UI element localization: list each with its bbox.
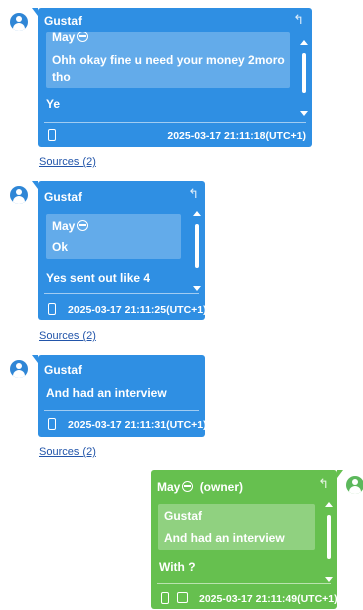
quoted-message[interactable]: May Ohh okay fine u need your money 2mor… <box>46 32 290 88</box>
contact-avatar-icon <box>10 13 28 31</box>
phone-icon <box>48 418 56 430</box>
contact-avatar-icon <box>10 360 28 378</box>
phone-icon <box>48 303 56 315</box>
sender-name: May (owner) <box>157 480 244 494</box>
message-text: Ye <box>46 97 61 111</box>
contact-avatar-icon <box>10 186 28 204</box>
message-bubble-owner: May (owner) ↰ Gustaf And had an intervie… <box>151 470 343 609</box>
phone-icon <box>48 129 56 141</box>
message-timestamp: 2025-03-17 21:11:31(UTC+1) <box>68 419 207 431</box>
quote-text: Ohh okay fine u need your money 2moro th… <box>52 53 285 84</box>
owner-avatar-icon <box>346 476 363 494</box>
sender-name: Gustaf <box>44 190 83 204</box>
sources-link[interactable]: Sources (2) <box>39 446 96 458</box>
message-bubble: Gustaf And had an interview 2025-03-17 2… <box>32 355 207 437</box>
divider <box>157 583 331 584</box>
divider <box>44 122 306 123</box>
quote-scrollbar[interactable] <box>325 502 333 582</box>
sender-name: Gustaf <box>44 363 83 377</box>
quote-author: May <box>52 32 76 44</box>
message-bubble: Gustaf ↰ May Ohh okay fine u need your m… <box>32 8 312 147</box>
owner-tag: (owner) <box>199 480 244 494</box>
quoted-message[interactable]: Gustaf And had an interview <box>158 504 315 550</box>
sender-name: Gustaf <box>44 14 83 28</box>
sources-link[interactable]: Sources (2) <box>39 156 96 168</box>
quote-scrollbar[interactable] <box>300 40 308 116</box>
image-icon <box>177 592 188 603</box>
message-timestamp: 2025-03-17 21:11:18(UTC+1) <box>167 130 306 142</box>
message-text: Yes sent out like 4 <box>46 271 151 285</box>
sources-link[interactable]: Sources (2) <box>39 330 96 342</box>
message-text: And had an interview <box>46 386 167 400</box>
quote-scrollbar[interactable] <box>193 211 201 291</box>
divider <box>44 410 199 411</box>
quoted-message[interactable]: May Ok <box>46 214 181 259</box>
face-emoji-icon <box>77 220 89 231</box>
quote-author: May <box>52 219 76 233</box>
message-text: With ? <box>159 560 196 574</box>
message-bubble: Gustaf ↰ May Ok Yes sent out like 4 2025… <box>32 181 207 320</box>
reply-icon[interactable]: ↰ <box>188 186 199 202</box>
quote-author: Gustaf <box>164 509 203 523</box>
divider <box>44 293 199 294</box>
quote-text: And had an interview <box>164 531 285 545</box>
reply-icon[interactable]: ↰ <box>318 476 329 492</box>
quote-text: Ok <box>52 240 69 254</box>
reply-icon[interactable]: ↰ <box>293 12 304 28</box>
phone-icon <box>161 592 169 604</box>
message-timestamp: 2025-03-17 21:11:49(UTC+1) <box>199 593 338 605</box>
face-emoji-icon <box>77 32 89 42</box>
message-timestamp: 2025-03-17 21:11:25(UTC+1) <box>68 304 207 316</box>
face-emoji-icon <box>182 481 194 492</box>
